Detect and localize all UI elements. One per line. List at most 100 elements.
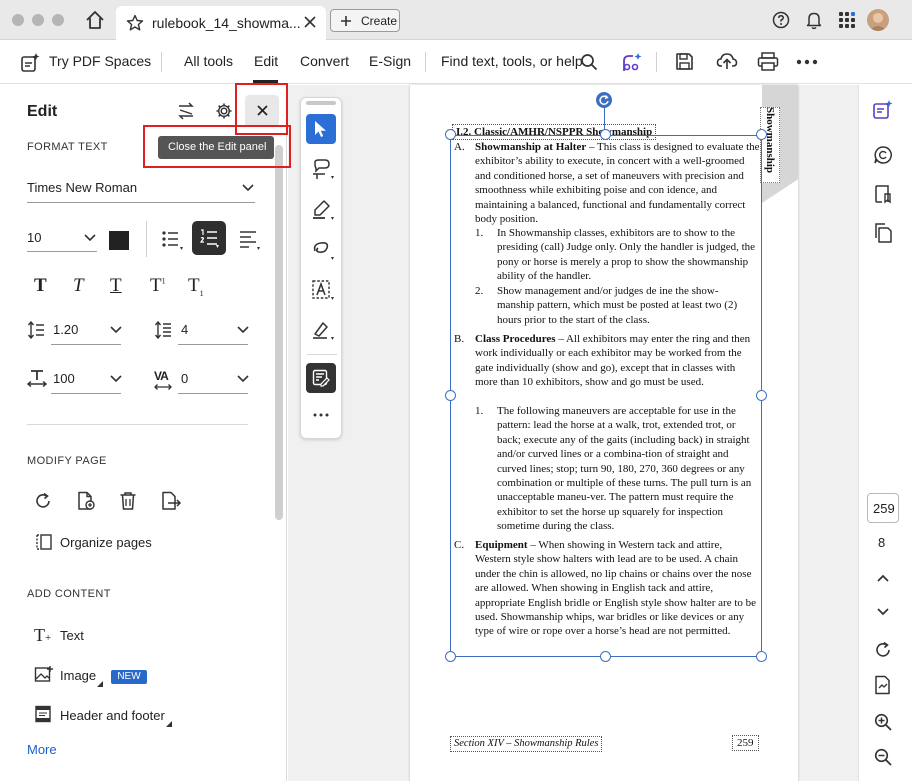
help-icon[interactable]: [772, 11, 790, 29]
chevron-down-icon[interactable]: [84, 234, 96, 242]
page-footer-section[interactable]: Section XIV – Showmanship Rules: [450, 736, 603, 753]
try-pdf-spaces-link[interactable]: Try PDF Spaces: [49, 53, 151, 69]
select-tool-button[interactable]: [306, 114, 336, 144]
pages-thumbnails-icon[interactable]: [873, 223, 893, 243]
chevron-down-icon[interactable]: [110, 326, 122, 334]
swap-icon[interactable]: [177, 102, 195, 120]
resize-handle-right[interactable]: [756, 390, 767, 401]
resize-handle-bottom-right[interactable]: [756, 651, 767, 662]
item-b-paragraph[interactable]: Class Procedures – All exhibitors may en…: [475, 332, 760, 390]
refresh-icon[interactable]: [874, 641, 892, 659]
panel-scrollbar[interactable]: [275, 145, 283, 520]
rotate-page-icon[interactable]: [34, 492, 52, 510]
align-left-icon[interactable]: [238, 229, 262, 251]
next-page-icon[interactable]: [877, 608, 889, 616]
insert-page-icon[interactable]: [76, 491, 96, 511]
bullet-list-icon[interactable]: [161, 229, 185, 251]
resize-handle-top[interactable]: [600, 129, 611, 140]
zoom-in-icon[interactable]: [874, 713, 892, 731]
chevron-down-icon[interactable]: [242, 184, 254, 192]
zoom-out-icon[interactable]: [874, 748, 892, 766]
edit-menu[interactable]: Edit: [254, 53, 278, 69]
horizontal-scale-select[interactable]: 100: [53, 371, 75, 386]
window-zoom-dot[interactable]: [52, 14, 64, 26]
chevron-down-icon[interactable]: [237, 326, 249, 334]
item-a2-text[interactable]: Show management and/or judges de ine the…: [497, 284, 755, 327]
previous-page-icon[interactable]: [877, 574, 889, 582]
bell-icon[interactable]: [805, 10, 823, 30]
ai-chat-icon[interactable]: [872, 99, 894, 121]
create-button[interactable]: Create: [330, 9, 400, 32]
resize-handle-left[interactable]: [445, 390, 456, 401]
find-search-field[interactable]: Find text, tools, or help: [441, 53, 583, 69]
resize-handle-top-left[interactable]: [445, 129, 456, 140]
italic-icon[interactable]: T: [73, 275, 84, 297]
font-size-select[interactable]: 10: [27, 230, 41, 245]
add-text-button[interactable]: Text: [60, 628, 84, 643]
signature-pen-icon[interactable]: [311, 319, 335, 341]
highlighter-icon[interactable]: [311, 199, 335, 221]
header-footer-button[interactable]: Header and footer: [60, 708, 165, 723]
edit-text-tool-button[interactable]: [306, 363, 336, 393]
item-c-text: – When showing in Western tack and attir…: [475, 539, 757, 638]
item-c-paragraph[interactable]: Equipment – When showing in Western tack…: [475, 538, 760, 639]
font-family-select[interactable]: Times New Roman: [27, 180, 137, 195]
chevron-down-icon[interactable]: [110, 375, 122, 383]
add-image-button[interactable]: Image: [60, 668, 96, 683]
freehand-draw-icon[interactable]: [311, 239, 335, 261]
text-recognition-icon[interactable]: [311, 279, 335, 301]
rotate-handle[interactable]: [596, 92, 612, 108]
text-color-swatch[interactable]: [109, 231, 129, 250]
more-link[interactable]: More: [27, 742, 57, 757]
esign-menu[interactable]: E-Sign: [369, 53, 411, 69]
image-options-caret-icon[interactable]: [97, 681, 103, 687]
trash-icon[interactable]: [119, 491, 137, 511]
more-tools-icon[interactable]: [313, 413, 329, 417]
paragraph-spacing-select[interactable]: 4: [181, 322, 188, 337]
comment-text-icon[interactable]: [311, 158, 335, 180]
gear-icon[interactable]: [215, 102, 233, 120]
bold-icon[interactable]: T: [34, 275, 47, 297]
upload-cloud-icon[interactable]: [716, 51, 738, 71]
apps-grid-icon[interactable]: [838, 11, 856, 29]
save-icon[interactable]: [675, 52, 694, 71]
search-icon[interactable]: [580, 53, 598, 71]
more-options-icon[interactable]: [796, 59, 818, 65]
print-icon[interactable]: [757, 52, 779, 71]
convert-menu[interactable]: Convert: [300, 53, 349, 69]
page-footer-number[interactable]: 259: [732, 735, 759, 752]
subscript-icon[interactable]: T1: [188, 275, 204, 298]
resize-handle-top-right[interactable]: [756, 129, 767, 140]
bookmarks-icon[interactable]: [873, 184, 893, 204]
underline-icon[interactable]: T: [110, 275, 122, 297]
window-minimize-dot[interactable]: [32, 14, 44, 26]
item-b1-text[interactable]: The following maneuvers are acceptable f…: [497, 404, 760, 534]
window-close-dot[interactable]: [12, 14, 24, 26]
ai-assistant-icon[interactable]: [620, 51, 644, 73]
item-a1-text[interactable]: In Showmanship classes, exhibitors are t…: [497, 226, 760, 284]
tab-close-icon[interactable]: [304, 16, 316, 28]
character-spacing-select[interactable]: 0: [181, 371, 188, 386]
item-a-paragraph[interactable]: Showmanship at Halter – This class is de…: [475, 140, 760, 226]
organize-pages-link[interactable]: Organize pages: [60, 535, 152, 550]
chevron-down-icon[interactable]: [237, 375, 249, 383]
line-spacing-select[interactable]: 1.20: [53, 322, 78, 337]
pdf-spaces-icon[interactable]: [20, 51, 42, 73]
superscript-icon[interactable]: T1: [150, 275, 166, 297]
all-tools-menu[interactable]: All tools: [184, 53, 233, 69]
resize-handle-bottom[interactable]: [600, 651, 611, 662]
comments-icon[interactable]: [873, 145, 893, 165]
numbered-list-button[interactable]: [192, 221, 226, 255]
home-icon[interactable]: [84, 10, 106, 30]
star-icon[interactable]: [126, 14, 144, 32]
page-export-icon[interactable]: [874, 675, 892, 695]
create-label: Create: [361, 14, 398, 28]
header-footer-caret-icon[interactable]: [166, 721, 172, 727]
character-spacing-arrow: [154, 384, 172, 390]
avatar[interactable]: [867, 9, 889, 31]
document-tab[interactable]: rulebook_14_showma...: [116, 6, 326, 40]
current-page-input[interactable]: 259: [867, 493, 899, 523]
extract-page-icon[interactable]: [160, 491, 182, 511]
resize-handle-bottom-left[interactable]: [445, 651, 456, 662]
strip-drag-handle[interactable]: [306, 101, 336, 105]
